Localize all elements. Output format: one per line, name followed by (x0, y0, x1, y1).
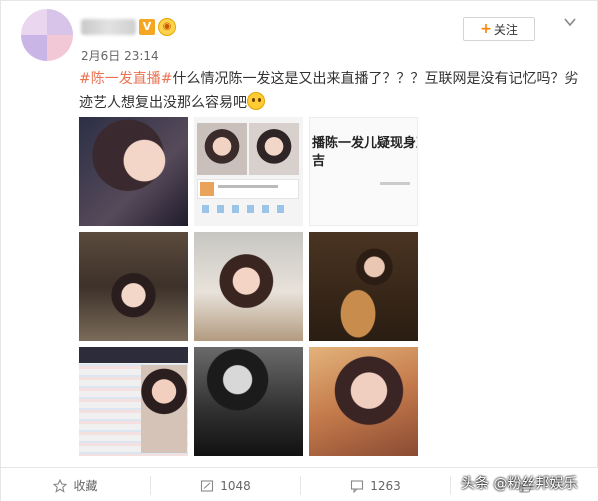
post-image-8[interactable] (194, 347, 303, 456)
star-icon (53, 478, 68, 493)
screenshot-text-line (380, 182, 410, 185)
repost-icon (201, 479, 214, 492)
watermark: 头条 @粉丝邦娱乐 (461, 476, 578, 492)
hashtag-link[interactable]: #陈一发直播# (79, 71, 172, 87)
verified-badge: V (139, 19, 155, 35)
post-image-6[interactable] (309, 232, 418, 341)
screenshot-photo-right (249, 123, 299, 175)
screenshot-caption-line2: 吉 (312, 154, 326, 169)
member-level-icon: ◉ (158, 18, 176, 36)
post-image-9[interactable] (309, 347, 418, 456)
follow-label: 关注 (493, 22, 518, 37)
screenshot-thumb (200, 182, 214, 196)
comment-button[interactable]: 1263 (301, 468, 450, 501)
screenshot-photo-left (197, 123, 247, 175)
screenshot-caption-line1: 播陈一发儿疑现身直播 (312, 136, 417, 151)
follow-button[interactable]: + 关注 (463, 17, 535, 41)
post-image-1[interactable] (79, 117, 188, 226)
post-image-3[interactable]: 播陈一发儿疑现身直播 吉 (309, 117, 418, 226)
stream-streamer (141, 365, 187, 453)
chevron-down-icon[interactable] (563, 15, 577, 29)
avatar[interactable] (21, 9, 73, 61)
comment-count: 1263 (370, 478, 401, 493)
post-time[interactable]: 2月6日 23:14 (81, 47, 159, 64)
post-image-4[interactable] (79, 232, 188, 341)
post-image-2[interactable] (194, 117, 303, 226)
favorite-button[interactable]: 收藏 (1, 468, 150, 501)
screenshot-text-line (218, 185, 278, 188)
stream-header (79, 347, 188, 363)
post-image-5[interactable] (194, 232, 303, 341)
surprised-emoji-icon (247, 92, 265, 110)
blurred-username[interactable] (81, 19, 136, 35)
repost-count: 1048 (220, 478, 251, 493)
plus-icon: + (480, 21, 492, 37)
post-image-7[interactable] (79, 347, 188, 456)
screenshot-emoji-row (202, 205, 292, 213)
repost-button[interactable]: 1048 (151, 468, 300, 501)
weibo-post-card: V ◉ 2月6日 23:14 + 关注 #陈一发直播#什么情况陈一发这是又出来直… (0, 0, 598, 501)
post-text: #陈一发直播#什么情况陈一发这是又出来直播了？？？互联网是没有记忆吗？劣迹艺人想… (79, 67, 579, 115)
favorite-label: 收藏 (73, 479, 98, 493)
comment-icon (351, 479, 364, 493)
